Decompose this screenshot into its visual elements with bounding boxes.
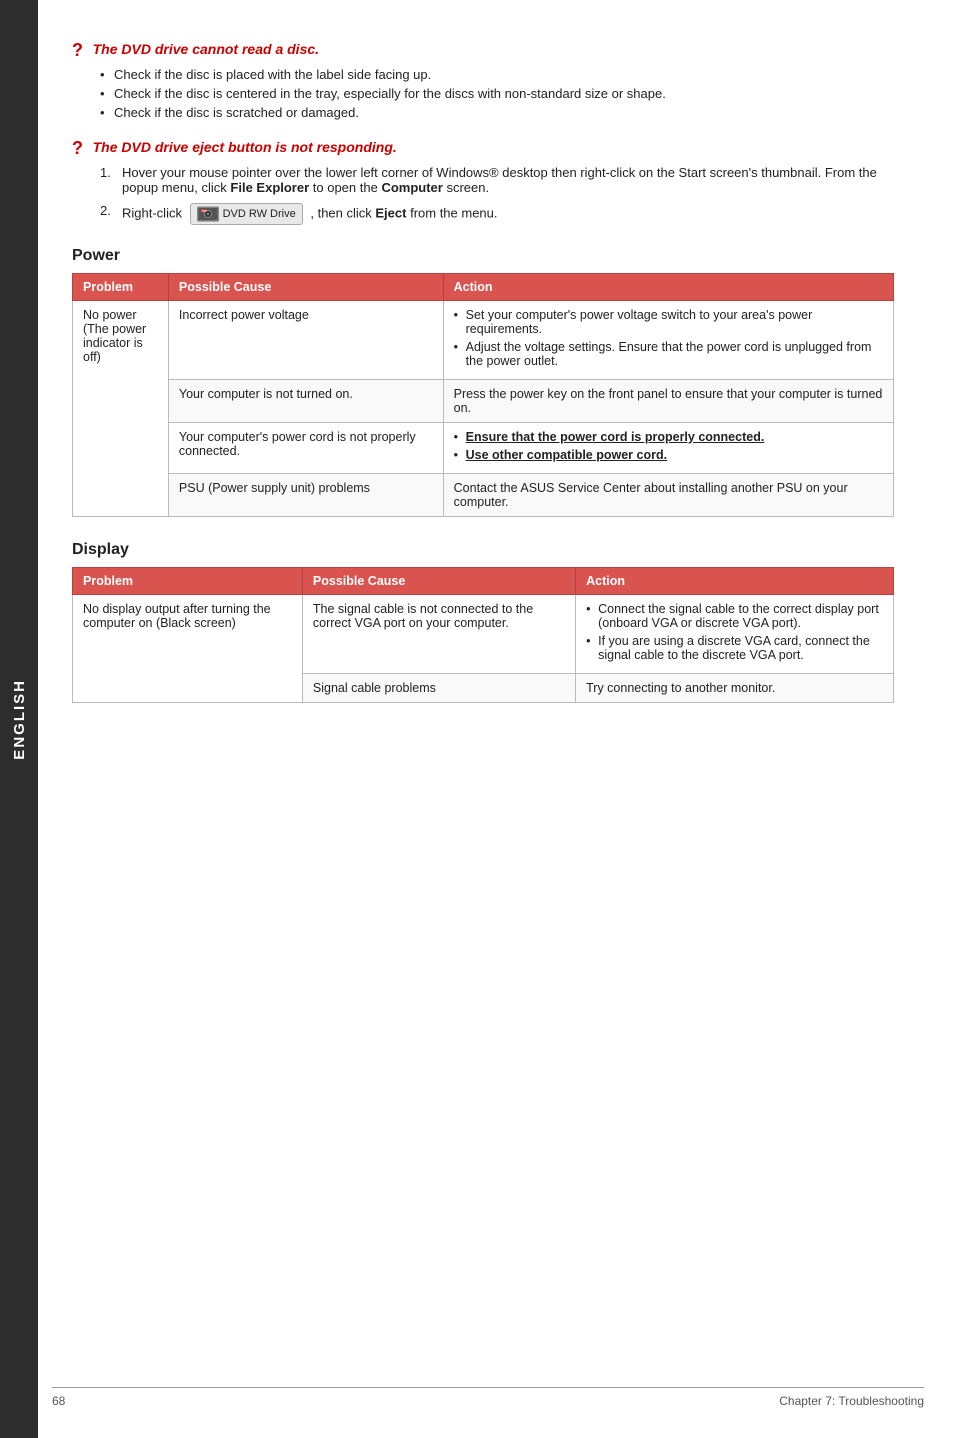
list-item: Check if the disc is centered in the tra… [100,86,894,101]
display-cause-2: Signal cable problems [302,674,575,703]
power-cause-4: PSU (Power supply unit) problems [168,474,443,517]
power-problem-cell: No power(The powerindicator is off) [73,301,169,517]
q1-icon: ? [72,40,83,61]
power-cause-2: Your computer is not turned on. [168,380,443,423]
power-action-3: Ensure that the power cord is properly c… [443,423,893,474]
q2-title: The DVD drive eject button is not respon… [93,139,397,155]
power-col-action: Action [443,274,893,301]
power-action-1: Set your computer's power voltage switch… [443,301,893,380]
power-cause-1: Incorrect power voltage [168,301,443,380]
list-item: Hover your mouse pointer over the lower … [100,165,894,195]
q2-steps: Hover your mouse pointer over the lower … [100,165,894,225]
q1-bullets: Check if the disc is placed with the lab… [100,67,894,120]
main-content: ? The DVD drive cannot read a disc. Chec… [52,0,954,767]
display-action-2: Try connecting to another monitor. [576,674,894,703]
sidebar: ENGLISH [0,0,38,1438]
table-row: Your computer's power cord is not proper… [73,423,894,474]
dvd-q2-block: ? The DVD drive eject button is not resp… [72,138,894,225]
power-table: Problem Possible Cause Action No power(T… [72,273,894,517]
power-col-problem: Problem [73,274,169,301]
power-action-2: Press the power key on the front panel t… [443,380,893,423]
display-col-cause: Possible Cause [302,568,575,595]
list-item: Set your computer's power voltage switch… [454,308,883,336]
list-item: Check if the disc is placed with the lab… [100,67,894,82]
power-action-4: Contact the ASUS Service Center about in… [443,474,893,517]
footer: 68 Chapter 7: Troubleshooting [52,1387,924,1408]
power-col-cause: Possible Cause [168,274,443,301]
list-item: If you are using a discrete VGA card, co… [586,634,883,662]
sidebar-label: ENGLISH [11,679,28,760]
list-item: Connect the signal cable to the correct … [586,602,883,630]
q2-icon: ? [72,138,83,159]
power-section-title: Power [72,247,894,265]
q1-title: The DVD drive cannot read a disc. [93,41,319,57]
table-row: No display output after turning the comp… [73,595,894,674]
page-number: 68 [52,1394,65,1408]
svg-text:DVD: DVD [201,210,206,213]
display-table: Problem Possible Cause Action No display… [72,567,894,703]
display-col-problem: Problem [73,568,303,595]
display-section-title: Display [72,541,894,559]
display-cause-1: The signal cable is not connected to the… [302,595,575,674]
list-item: Ensure that the power cord is properly c… [454,430,883,444]
list-item: Adjust the voltage settings. Ensure that… [454,340,883,368]
dvd-q1-block: ? The DVD drive cannot read a disc. Chec… [72,40,894,120]
table-row: Your computer is not turned on. Press th… [73,380,894,423]
table-row: PSU (Power supply unit) problems Contact… [73,474,894,517]
dvd-drive-label: DVD RW Drive [223,208,296,220]
list-item: Right-click DVD DVD RW Drive , then clic… [100,203,894,225]
table-row: No power(The powerindicator is off) Inco… [73,301,894,380]
display-action-1: Connect the signal cable to the correct … [576,595,894,674]
dvd-drive-icon: DVD DVD RW Drive [190,203,303,225]
list-item: Use other compatible power cord. [454,448,883,462]
dvd-icon: DVD [197,206,219,222]
chapter-label: Chapter 7: Troubleshooting [779,1394,924,1408]
display-col-action: Action [576,568,894,595]
power-cause-3: Your computer's power cord is not proper… [168,423,443,474]
list-item: Check if the disc is scratched or damage… [100,105,894,120]
display-problem-cell: No display output after turning the comp… [73,595,303,703]
